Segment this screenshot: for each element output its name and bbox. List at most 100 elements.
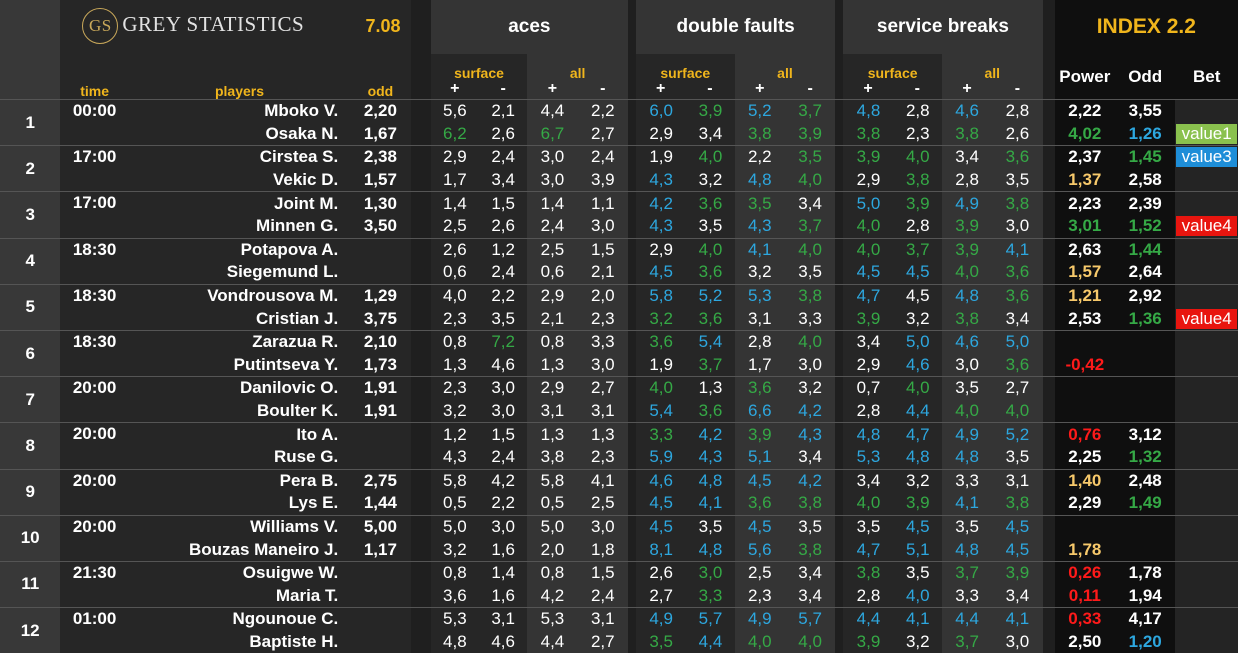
- stat-aces-3: 2,2: [577, 98, 628, 123]
- group-service-breaks: service breaks: [843, 0, 1043, 54]
- power-value: 2,37: [1054, 145, 1115, 169]
- stat-aces-0: 0,8: [430, 560, 479, 585]
- bet-cell: value4: [1175, 307, 1238, 331]
- stat-aces-3: 2,7: [577, 122, 628, 146]
- stat-aces-1: 2,1: [479, 98, 528, 123]
- power-value: 3,01: [1054, 214, 1115, 239]
- index-odd-value: 4,17: [1115, 607, 1176, 631]
- stat-aces-1: 2,6: [479, 214, 528, 239]
- stat-sb-0: 4,7: [843, 538, 894, 562]
- stat-aces-2: 4,4: [527, 98, 578, 123]
- stat-df-3: 3,5: [784, 145, 836, 169]
- stat-sb-1: 5,1: [893, 538, 942, 562]
- col-power: Power: [1054, 54, 1115, 100]
- index-odd-value: 3,55: [1115, 98, 1176, 123]
- stat-aces-2: 2,9: [527, 283, 578, 308]
- stat-sb-1: 2,8: [893, 98, 942, 123]
- player-odd: 1,67: [350, 122, 411, 146]
- table-row: Osaka N. 1,67 6,2 2,6 6,7 2,7 2,9 3,4 3,8 3,9 3,8 2…: [0, 122, 1238, 146]
- stat-df-3: 3,4: [784, 584, 836, 608]
- stat-df-2: 3,9: [734, 422, 785, 446]
- table-row: Minnen G. 3,50 2,5 2,6 2,4 3,0 4,3 3,5 4,3 3,7 4,0…: [0, 214, 1238, 239]
- player-odd: 3,50: [350, 214, 411, 239]
- stat-aces-0: 2,6: [430, 237, 479, 262]
- stat-sb-2: 3,5: [941, 376, 993, 400]
- match-rank: 11: [0, 560, 61, 608]
- match-time: 20:00: [60, 468, 129, 516]
- stat-df-2: 4,5: [734, 514, 785, 539]
- table-row: Cristian J. 3,75 2,3 3,5 2,1 2,3 3,2 3,6 3,1 3,3 3…: [0, 307, 1238, 331]
- table-row: Siegemund L. 0,6 2,4 0,6 2,1 4,5 3,6 3,2 3,5 4,5 4…: [0, 261, 1238, 285]
- stat-sb-1: 2,8: [893, 214, 942, 239]
- power-value: 0,76: [1054, 422, 1115, 446]
- match-rank: 7: [0, 376, 61, 423]
- stat-df-3: 3,4: [784, 191, 836, 215]
- player-name: Cristian J.: [128, 307, 351, 331]
- stat-df-3: 3,0: [784, 353, 836, 377]
- stat-sb-1: 5,0: [893, 329, 942, 354]
- stat-sb-3: 3,6: [992, 353, 1043, 377]
- player-name: Zarazua R.: [128, 329, 351, 354]
- stat-aces-2: 0,8: [527, 560, 578, 585]
- stat-sb-3: 3,6: [992, 145, 1043, 169]
- stat-df-1: 3,6: [686, 191, 735, 215]
- power-value: -0,42: [1054, 353, 1115, 377]
- stat-aces-1: 1,5: [479, 191, 528, 215]
- match-rank: 1: [0, 98, 61, 146]
- stat-aces-1: 3,1: [479, 607, 528, 631]
- index-odd-value: [1115, 376, 1176, 400]
- power-value: 0,33: [1054, 607, 1115, 631]
- power-value: [1054, 376, 1115, 400]
- stat-aces-3: 1,5: [577, 237, 628, 262]
- table-row: 4 18:30 Potapova A. 2,6 1,2 2,5 1,5 2,9 4,0 4,1 4,…: [0, 237, 1238, 285]
- stat-df-3: 5,7: [784, 607, 836, 631]
- stat-aces-2: 4,2: [527, 584, 578, 608]
- player-name: Maria T.: [128, 584, 351, 608]
- stat-aces-3: 1,1: [577, 191, 628, 215]
- power-value: 2,22: [1054, 98, 1115, 123]
- col-odd2: Odd: [1115, 54, 1176, 100]
- stat-df-2: 5,1: [734, 445, 785, 469]
- stat-aces-1: 2,4: [479, 145, 528, 169]
- index-odd-value: [1115, 399, 1176, 423]
- bet-cell: [1175, 492, 1238, 516]
- bet-cell: [1175, 353, 1238, 377]
- aces-surface-label: surface: [454, 65, 504, 81]
- stat-sb-0: 4,0: [843, 492, 894, 516]
- bet-cell: value1: [1175, 122, 1238, 146]
- stat-df-2: 3,1: [734, 307, 785, 331]
- stat-sb-2: 4,6: [941, 329, 993, 354]
- player-odd: 1,91: [350, 376, 411, 400]
- stat-aces-3: 4,1: [577, 468, 628, 493]
- stat-sb-0: 4,8: [843, 422, 894, 446]
- stat-sb-1: 3,8: [893, 168, 942, 192]
- stat-sb-1: 4,8: [893, 445, 942, 469]
- stat-sb-0: 2,9: [843, 168, 894, 192]
- version-label: 7.08: [365, 16, 401, 36]
- stat-df-3: 4,0: [784, 630, 836, 653]
- stat-aces-0: 1,4: [430, 191, 479, 215]
- table-row: Putintseva Y. 1,73 1,3 4,6 1,3 3,0 1,9 3,7 1,7 3,…: [0, 353, 1238, 377]
- stat-df-1: 3,2: [686, 168, 735, 192]
- bet-cell: value3: [1175, 145, 1238, 169]
- stat-sb-1: 4,0: [893, 584, 942, 608]
- stat-df-2: 4,1: [734, 237, 785, 262]
- bet-cell: [1175, 98, 1238, 123]
- stat-sb-3: 4,1: [992, 237, 1043, 262]
- stat-sb-1: 3,5: [893, 560, 942, 585]
- stat-sb-0: 2,8: [843, 399, 894, 423]
- stat-sb-1: 4,6: [893, 353, 942, 377]
- stat-aces-3: 2,3: [577, 307, 628, 331]
- stat-df-2: 2,3: [734, 584, 785, 608]
- stat-aces-0: 2,3: [430, 376, 479, 400]
- stat-sb-0: 3,4: [843, 329, 894, 354]
- index-odd-value: 2,92: [1115, 283, 1176, 308]
- stat-aces-0: 0,5: [430, 492, 479, 516]
- stat-sb-1: 4,5: [893, 261, 942, 285]
- player-odd: [350, 445, 411, 469]
- stat-df-3: 4,0: [784, 329, 836, 354]
- stat-df-0: 4,3: [636, 214, 687, 239]
- stat-df-2: 3,6: [734, 376, 785, 400]
- bet-cell: [1175, 237, 1238, 262]
- player-name: Cirstea S.: [128, 145, 351, 169]
